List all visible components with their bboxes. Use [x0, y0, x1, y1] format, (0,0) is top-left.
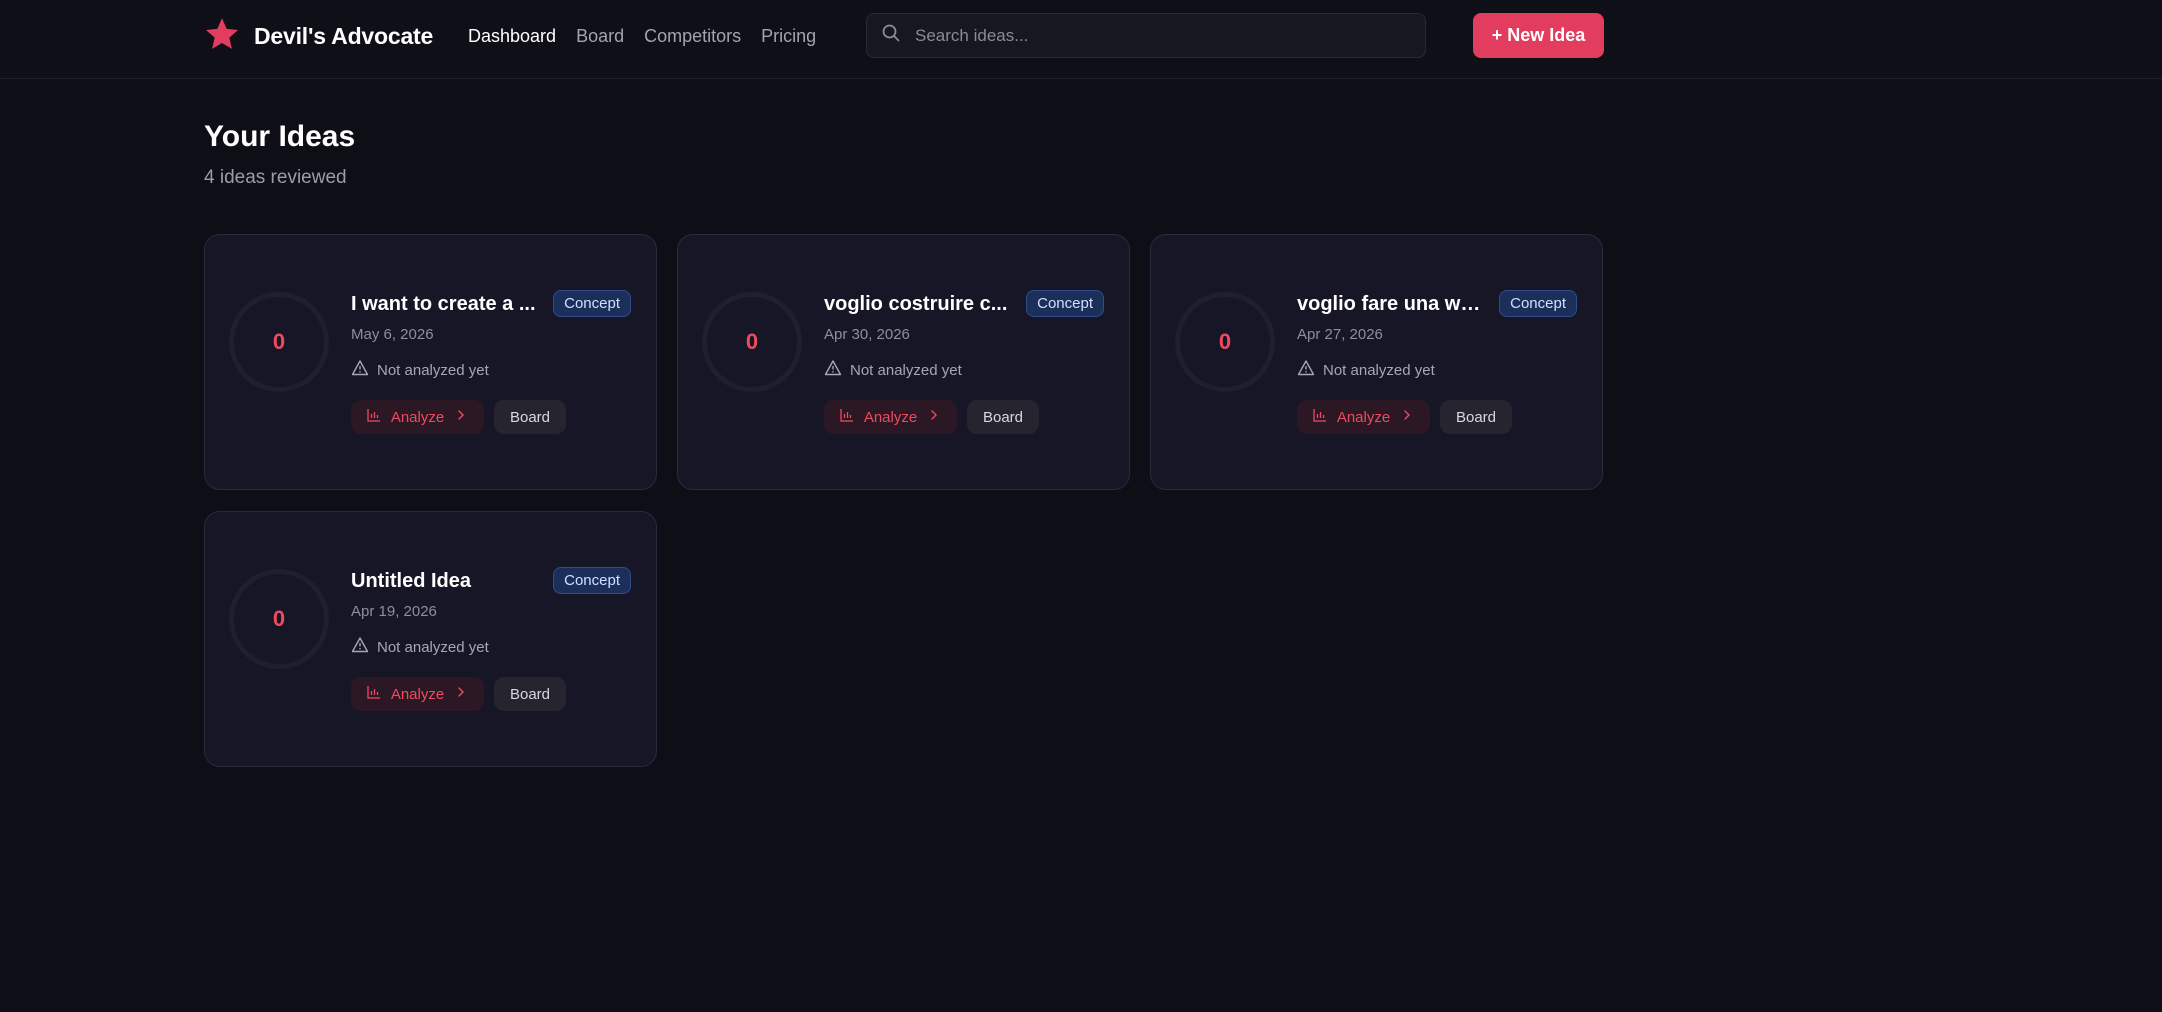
analyze-label: Analyze [390, 408, 445, 426]
star-logo-icon [204, 16, 240, 57]
bar-chart-icon [839, 407, 855, 427]
warning-icon [1297, 359, 1315, 381]
score-value: 0 [745, 329, 759, 354]
brand-name: Devil's Advocate [254, 22, 434, 49]
status-text: Not analyzed yet [850, 361, 962, 379]
idea-date: Apr 19, 2026 [351, 603, 437, 620]
card-actions: Analyze Board [351, 677, 566, 711]
warning-icon [351, 359, 369, 381]
card-actions: Analyze Board [351, 400, 566, 434]
stage-badge: Concept [553, 290, 631, 317]
board-button[interactable]: Board [494, 677, 566, 711]
bar-chart-icon [1312, 407, 1328, 427]
idea-title[interactable]: voglio costruire c... [824, 293, 1010, 316]
status-text: Not analyzed yet [377, 361, 489, 379]
nav-competitors[interactable]: Competitors [644, 26, 741, 47]
score-value: 0 [272, 606, 286, 631]
analysis-status: Not analyzed yet [824, 359, 962, 381]
nav-dashboard[interactable]: Dashboard [468, 26, 556, 47]
card-actions: Analyze Board [1297, 400, 1512, 434]
idea-card[interactable]: 0 voglio costruire c... Concept Apr 30, … [677, 234, 1130, 490]
score-value: 0 [272, 329, 286, 354]
warning-icon [351, 636, 369, 658]
nav-board[interactable]: Board [576, 26, 624, 47]
top-bar: Devil's Advocate Dashboard Board Competi… [0, 0, 2162, 79]
idea-title[interactable]: Untitled Idea [351, 570, 537, 593]
stage-badge: Concept [1499, 290, 1577, 317]
page-title: Your Ideas [204, 120, 356, 153]
board-button[interactable]: Board [494, 400, 566, 434]
stage-badge: Concept [553, 567, 631, 594]
nav-pricing[interactable]: Pricing [761, 26, 816, 47]
score-ring: 0 [229, 292, 329, 392]
main-nav: Dashboard Board Competitors Pricing [468, 22, 816, 50]
score-value: 0 [1218, 329, 1232, 354]
analysis-status: Not analyzed yet [351, 636, 489, 658]
score-ring: 0 [702, 292, 802, 392]
chevron-right-icon [453, 684, 469, 704]
page-subtitle: 4 ideas reviewed [204, 167, 347, 188]
warning-icon [824, 359, 842, 381]
analysis-status: Not analyzed yet [351, 359, 489, 381]
analyze-button[interactable]: Analyze [824, 400, 957, 434]
idea-title[interactable]: I want to create a ... [351, 293, 537, 316]
search-box [866, 13, 1426, 58]
bar-chart-icon [366, 684, 382, 704]
analyze-label: Analyze [863, 408, 918, 426]
analyze-button[interactable]: Analyze [1297, 400, 1430, 434]
idea-date: Apr 30, 2026 [824, 326, 910, 343]
score-ring: 0 [229, 569, 329, 669]
analyze-label: Analyze [1336, 408, 1391, 426]
status-text: Not analyzed yet [377, 638, 489, 656]
idea-card[interactable]: 0 Untitled Idea Concept Apr 19, 2026 Not… [204, 511, 657, 767]
score-ring: 0 [1175, 292, 1275, 392]
idea-date: Apr 27, 2026 [1297, 326, 1383, 343]
chevron-right-icon [1399, 407, 1415, 427]
bar-chart-icon [366, 407, 382, 427]
brand[interactable]: Devil's Advocate [204, 17, 433, 55]
analysis-status: Not analyzed yet [1297, 359, 1435, 381]
idea-date: May 6, 2026 [351, 326, 434, 343]
board-button[interactable]: Board [1440, 400, 1512, 434]
idea-card[interactable]: 0 voglio fare una we... Concept Apr 27, … [1150, 234, 1603, 490]
chevron-right-icon [453, 407, 469, 427]
analyze-button[interactable]: Analyze [351, 400, 484, 434]
search-input[interactable] [915, 25, 1395, 46]
status-text: Not analyzed yet [1323, 361, 1435, 379]
idea-card[interactable]: 0 I want to create a ... Concept May 6, … [204, 234, 657, 490]
analyze-button[interactable]: Analyze [351, 677, 484, 711]
stage-badge: Concept [1026, 290, 1104, 317]
chevron-right-icon [926, 407, 942, 427]
board-button[interactable]: Board [967, 400, 1039, 434]
search-icon [881, 23, 901, 48]
analyze-label: Analyze [390, 685, 445, 703]
card-actions: Analyze Board [824, 400, 1039, 434]
idea-title[interactable]: voglio fare una we... [1297, 293, 1483, 316]
new-idea-button[interactable]: + New Idea [1473, 13, 1604, 58]
